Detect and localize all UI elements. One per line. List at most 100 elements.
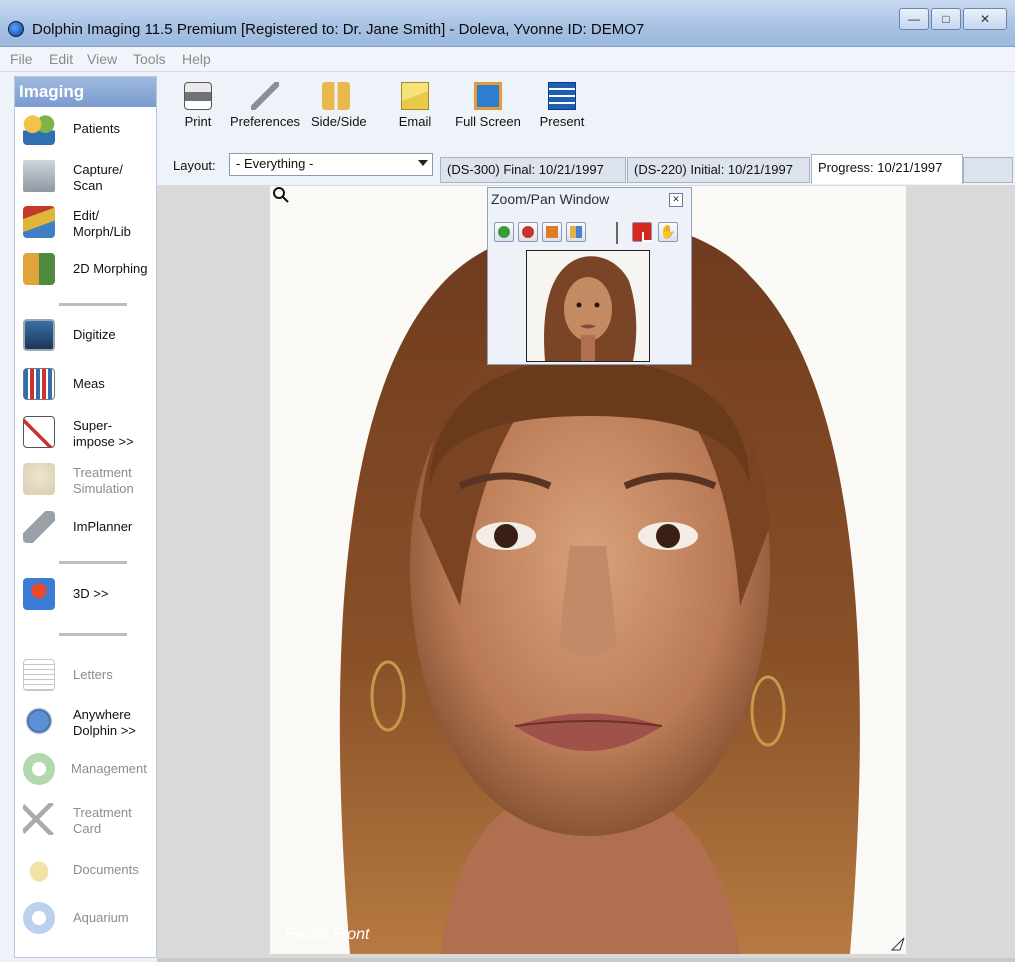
sidebar-item-label: 3D >>: [73, 586, 109, 601]
3d-cube-icon: [23, 578, 55, 610]
print-button[interactable]: Print: [180, 82, 216, 134]
thumbnail-face: [527, 251, 649, 361]
zoom-fit-icon: [546, 226, 558, 238]
sidebar-item-treatment-simulation[interactable]: Treatment Simulation: [19, 459, 155, 499]
resize-arrow-icon[interactable]: [890, 936, 906, 952]
sidebar-separator: [59, 561, 127, 564]
zoom-out-button[interactable]: [518, 222, 538, 242]
full-screen-icon: [474, 82, 502, 110]
sidebar-item-patients[interactable]: Patients: [19, 109, 155, 149]
sidebar-item-label: Capture/ Scan: [73, 162, 123, 193]
sidebar-item-management[interactable]: Management: [19, 749, 155, 789]
documents-icon: [23, 854, 55, 886]
email-button[interactable]: Email: [396, 82, 434, 134]
hand-pan-icon: ✋: [659, 224, 677, 239]
sidebar-header: Imaging: [15, 77, 156, 107]
management-icon: [23, 753, 55, 785]
close-button[interactable]: ✕: [963, 8, 1007, 30]
minimize-button[interactable]: —: [899, 8, 929, 30]
tab-ds220-initial[interactable]: (DS-220) Initial: 10/21/1997: [627, 157, 810, 183]
tab-ds300-final[interactable]: (DS-300) Final: 10/21/1997: [440, 157, 626, 183]
chevron-down-icon: [418, 160, 428, 166]
maximize-icon: □: [942, 12, 950, 26]
present-label: Present: [539, 114, 585, 129]
layout-dropdown[interactable]: - Everything -: [229, 153, 433, 176]
sidebar-item-anywhere-dolphin[interactable]: Anywhere Dolphin >>: [19, 701, 155, 741]
sidebar-item-3d[interactable]: 3D >>: [19, 574, 155, 614]
implanner-icon: [23, 511, 55, 543]
sidebar-item-documents[interactable]: Documents: [19, 850, 155, 890]
sidebar-item-superimpose[interactable]: Super- impose >>: [19, 412, 155, 452]
sidebar-item-label: Treatment Card: [73, 805, 132, 836]
zoom-actual-button[interactable]: [566, 222, 586, 242]
zoom-pan-close-button[interactable]: ✕: [669, 193, 683, 207]
letters-icon: [23, 659, 55, 691]
zoom-actual-icon: [570, 226, 582, 238]
zoom-in-icon: [498, 226, 510, 238]
menu-file[interactable]: File: [10, 51, 33, 67]
morphing-icon: [23, 253, 55, 285]
zoom-in-button[interactable]: [494, 222, 514, 242]
imaging-sidebar: Imaging Patients Capture/ Scan Edit/ Mor…: [14, 76, 157, 958]
menu-help[interactable]: Help: [182, 51, 211, 67]
tab-empty[interactable]: [963, 157, 1013, 183]
minimize-icon: —: [908, 12, 920, 26]
preferences-button[interactable]: Preferences: [226, 82, 304, 134]
sidebar-item-implanner[interactable]: ImPlanner: [19, 507, 155, 547]
side-side-button[interactable]: Side/Side: [311, 82, 367, 134]
side-side-label: Side/Side: [311, 114, 367, 129]
zoom-pan-title: Zoom/Pan Window: [491, 191, 610, 207]
anywhere-dolphin-icon: [23, 705, 55, 737]
menu-bar: File Edit View Tools Help: [0, 47, 1015, 72]
region-select-button[interactable]: [632, 222, 652, 242]
email-envelope-icon: [401, 82, 429, 110]
sidebar-item-label: Super- impose >>: [73, 418, 134, 449]
hand-pan-button[interactable]: ✋: [658, 222, 678, 242]
printer-icon: [184, 82, 212, 110]
magnifier-icon[interactable]: [272, 186, 290, 204]
measure-icon: [23, 368, 55, 400]
zoom-out-icon: [522, 226, 534, 238]
menu-edit[interactable]: Edit: [49, 51, 73, 67]
sidebar-item-letters[interactable]: Letters: [19, 655, 155, 695]
layout-selected-value: - Everything -: [236, 156, 314, 171]
sidebar-item-2d-morphing[interactable]: 2D Morphing: [19, 249, 155, 289]
toolbar-divider: [616, 222, 618, 244]
sidebar-item-digitize[interactable]: Digitize: [19, 315, 155, 355]
print-label: Print: [184, 114, 212, 129]
present-button[interactable]: Present: [537, 82, 587, 134]
sidebar-item-label: Letters: [73, 667, 113, 682]
dolphin-app-icon[interactable]: [8, 21, 24, 37]
present-icon: [548, 82, 576, 110]
zoom-pan-window[interactable]: Zoom/Pan Window ✕ ✋: [487, 187, 692, 365]
full-screen-label: Full Screen: [455, 114, 521, 129]
wrench-icon: [251, 82, 279, 110]
tab-progress[interactable]: Progress: 10/21/1997: [811, 154, 963, 184]
treatment-simulation-icon: [23, 463, 55, 495]
menu-view[interactable]: View: [87, 51, 117, 67]
menu-tools[interactable]: Tools: [133, 51, 166, 67]
capture-scan-icon: [23, 160, 55, 192]
region-select-icon: [642, 232, 652, 242]
layout-label: Layout:: [173, 158, 216, 173]
sidebar-item-capture-scan[interactable]: Capture/ Scan: [19, 156, 155, 196]
sidebar-separator: [59, 303, 127, 306]
maximize-button[interactable]: □: [931, 8, 961, 30]
treatment-card-icon: [23, 803, 55, 835]
superimpose-icon: [23, 416, 55, 448]
bottom-edge: [157, 958, 1015, 962]
sidebar-item-aquarium[interactable]: Aquarium: [19, 898, 155, 938]
zoom-pan-thumbnail[interactable]: [526, 250, 650, 362]
zoom-fit-button[interactable]: [542, 222, 562, 242]
sidebar-item-label: 2D Morphing: [73, 261, 148, 276]
application-window: Dolphin Imaging 11.5 Premium [Registered…: [0, 0, 1015, 962]
sidebar-item-label: Edit/ Morph/Lib: [73, 208, 131, 239]
sidebar-item-edit-morph-lib[interactable]: Edit/ Morph/Lib: [19, 202, 155, 242]
sidebar-item-label: Management: [71, 761, 147, 776]
image-caption: Facial Front: [285, 926, 370, 943]
sidebar-item-meas[interactable]: Meas: [19, 364, 155, 404]
patients-icon: [23, 113, 55, 145]
sidebar-item-label: ImPlanner: [73, 519, 133, 534]
full-screen-button[interactable]: Full Screen: [452, 82, 524, 134]
sidebar-item-treatment-card[interactable]: Treatment Card: [19, 799, 155, 839]
